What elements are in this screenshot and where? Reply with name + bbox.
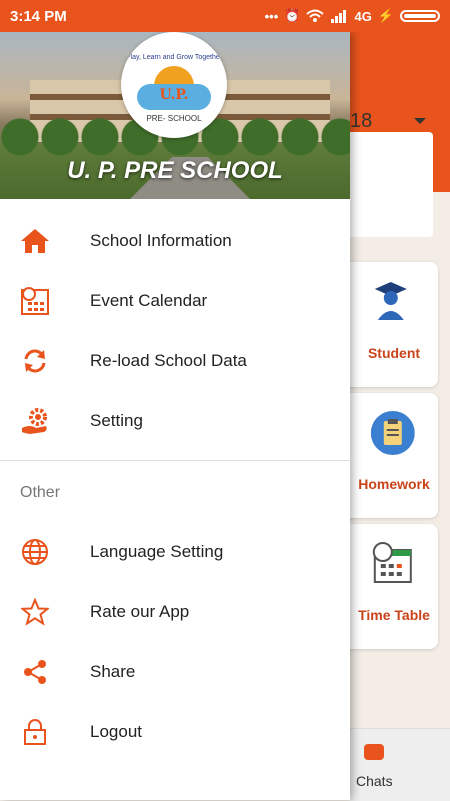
menu-item-share[interactable]: Share	[0, 644, 350, 700]
menu-item-language-setting[interactable]: Language Setting	[0, 524, 350, 580]
settings-gear-icon	[20, 406, 50, 436]
reload-icon	[20, 346, 50, 376]
tile-label: Student	[367, 345, 421, 361]
menu-item-logout[interactable]: Logout	[0, 704, 350, 760]
logo-sun-icon	[154, 66, 194, 86]
menu-label: Share	[90, 662, 136, 681]
chat-icon[interactable]	[364, 744, 384, 760]
menu-label: Re-load School Data	[90, 351, 247, 370]
share-icon	[20, 657, 50, 687]
tile-label: Homework	[358, 476, 430, 492]
school-name: U. P. PRE SCHOOL	[67, 157, 283, 184]
menu-label: School Information	[90, 231, 232, 250]
menu-item-school-information[interactable]: School Information	[0, 213, 350, 269]
battery-icon	[400, 10, 440, 22]
globe-icon	[20, 537, 50, 567]
bottom-nav	[350, 728, 450, 801]
home-icon	[20, 226, 50, 256]
more-icon: •••	[264, 8, 279, 24]
navigation-drawer: Play, Learn and Grow Together U.P. PRE- …	[0, 32, 350, 800]
menu-item-rate-our-app[interactable]: Rate our App	[0, 584, 350, 640]
menu-item-setting[interactable]: Setting	[0, 393, 350, 449]
lock-icon	[20, 717, 50, 747]
timetable-icon	[372, 542, 412, 583]
menu-label: Logout	[90, 722, 142, 741]
menu-label: Setting	[90, 411, 143, 430]
calendar-icon	[20, 286, 50, 316]
signal-icon	[331, 10, 347, 23]
menu-label: Event Calendar	[90, 291, 208, 310]
charging-icon: ⚡	[377, 8, 394, 23]
school-logo: Play, Learn and Grow Together U.P. PRE- …	[121, 32, 227, 138]
menu-item-reload-school-data[interactable]: Re-load School Data	[0, 333, 350, 389]
status-bar: 3:14 PM ••• ⏰ 4G ⚡	[0, 0, 450, 32]
clipboard-icon	[370, 411, 415, 455]
logo-subtitle: PRE- SCHOOL	[146, 114, 202, 123]
dropdown-arrow-icon[interactable]	[414, 118, 426, 124]
drawer-header: Play, Learn and Grow Together U.P. PRE- …	[0, 32, 350, 199]
chats-tab[interactable]: Chats	[356, 773, 393, 789]
dashboard-info-card	[340, 132, 433, 237]
network-type: 4G	[354, 8, 372, 24]
year-selector-value[interactable]: 18	[350, 110, 372, 133]
section-divider	[0, 460, 350, 461]
status-icons: ••• ⏰ 4G ⚡	[265, 8, 440, 24]
menu-label: Rate our App	[90, 602, 190, 621]
status-time: 3:14 PM	[10, 7, 67, 25]
star-icon	[20, 597, 50, 627]
logo-tagline: Play, Learn and Grow Together	[125, 54, 223, 61]
logo-initials: U.P.	[159, 87, 189, 103]
student-icon	[374, 282, 407, 320]
other-section-label: Other	[20, 484, 61, 501]
menu-item-event-calendar[interactable]: Event Calendar	[0, 273, 350, 329]
tile-label: Time Table	[358, 607, 430, 623]
alarm-icon: ⏰	[284, 8, 301, 23]
menu-label: Language Setting	[90, 542, 224, 561]
wifi-icon	[306, 9, 325, 22]
